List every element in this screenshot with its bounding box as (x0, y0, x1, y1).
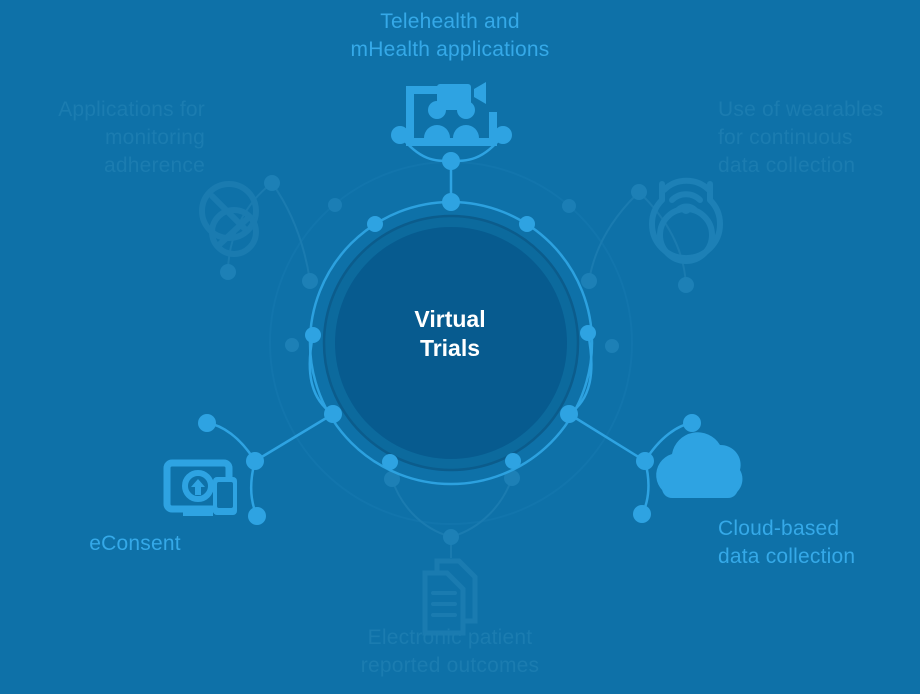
documents-icon (422, 558, 478, 636)
monitor-mobile-upload-icon (163, 459, 237, 516)
label-wearables: Use of wearables for continuous data col… (718, 98, 884, 177)
label-epro: Electronic patient reported outcomes (360, 626, 540, 677)
label-adherence: Applications for monitoring adherence (58, 98, 205, 177)
cloud-icon (656, 432, 743, 498)
pills-adherence-icon (199, 181, 259, 257)
virtual-trials-diagram: Telehealth and mHealth applications Use … (0, 0, 920, 694)
video-conference-icon (406, 82, 497, 146)
label-econsent: eConsent (89, 532, 181, 555)
label-cloud: Cloud-based data collection (718, 517, 856, 568)
wifi-dot-icon (681, 204, 691, 214)
wifi-arcs-icon (661, 177, 712, 193)
center-title: Virtual Trials (414, 306, 486, 361)
label-telehealth: Telehealth and mHealth applications (350, 10, 550, 61)
smartwatch-wifi-icon (649, 181, 723, 264)
